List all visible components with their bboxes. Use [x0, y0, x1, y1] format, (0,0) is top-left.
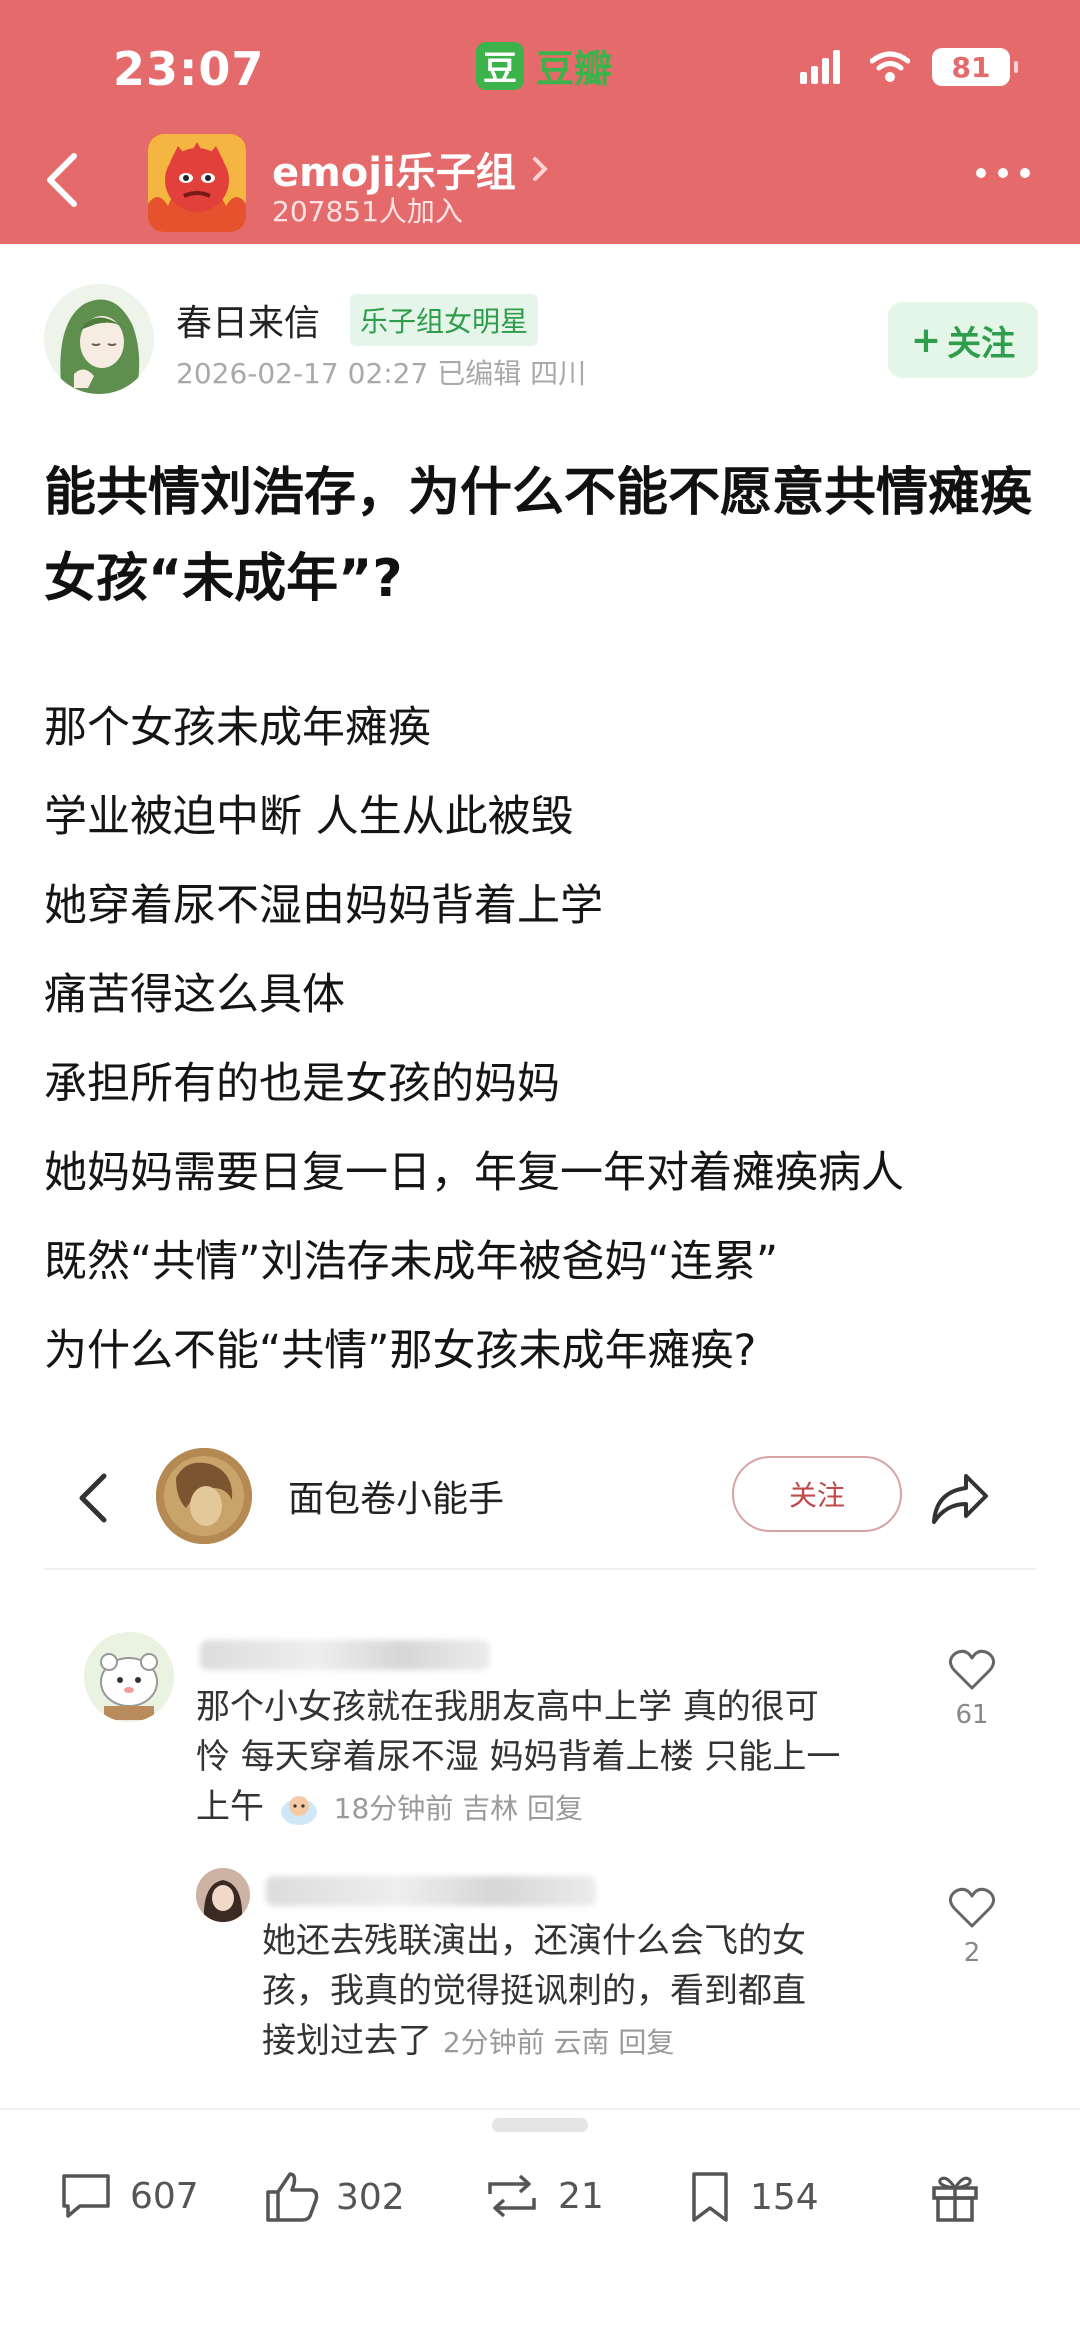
- comment-text: 她还去残联演出，还演什么会飞的女 孩，我真的觉得挺讽刺的，看到都直 接划过去了 …: [262, 1916, 942, 2068]
- comment-line: 她还去残联演出，还演什么会飞的女: [262, 1921, 806, 1961]
- post-body-line: 既然“共情”刘浩存未成年被爸妈“连累”: [44, 1237, 779, 1287]
- embed-user-avatar: [156, 1448, 252, 1544]
- more-options-icon[interactable]: [964, 168, 1030, 178]
- gift-action[interactable]: [928, 2170, 982, 2224]
- wifi-icon: [870, 51, 910, 82]
- comment-line: 上午: [196, 1787, 264, 1827]
- repost-count: 21: [558, 2175, 604, 2217]
- comment-line-last: 上午 18分钟前 吉林 回复: [196, 1782, 956, 1834]
- post-meta: 2026-02-17 02:27 已编辑 四川: [176, 357, 587, 390]
- gift-icon: [932, 2176, 978, 2222]
- header: 23:07 豆 豆瓣 81 emoji乐子组 207851人加入: [0, 0, 1080, 244]
- heart-icon: [949, 1649, 995, 1690]
- like-count: 2: [963, 1938, 981, 1968]
- comment-avatar: [196, 1868, 250, 1922]
- post-body: 那个女孩未成年瘫痪 学业被迫中断 人生从此被毁 她穿着尿不湿由妈妈背着上学 痛苦…: [44, 684, 1054, 1396]
- repost-icon: [488, 2174, 536, 2218]
- bottom-action-bar: 607 302 21 154: [0, 2108, 1080, 2337]
- comment-meta: 2分钟前 云南 回复: [442, 2026, 675, 2059]
- comment-avatar: [84, 1632, 174, 1722]
- signal-icon: [800, 50, 844, 84]
- comment-action[interactable]: 607: [58, 2170, 199, 2222]
- post-body-line: 那个女孩未成年瘫痪: [44, 703, 431, 753]
- thumbs-up-icon: [266, 2172, 319, 2222]
- like-count: 61: [955, 1700, 989, 1730]
- chevron-right-icon: [532, 157, 548, 181]
- comment-meta: 18分钟前 吉林 回复: [333, 1792, 584, 1825]
- comment-line: 孩，我真的觉得挺讽刺的，看到都直: [262, 1971, 806, 2011]
- comment-count: 607: [130, 2175, 199, 2217]
- back-arrow-icon: [79, 1473, 107, 1523]
- post-body-line: 痛苦得这么具体: [44, 970, 345, 1020]
- back-arrow-icon[interactable]: [40, 150, 90, 210]
- plus-icon: +: [910, 319, 942, 361]
- embedded-screenshot[interactable]: 面包卷小能手 关注 那个小女孩就在我朋友高中上学 真的很可 怜 每天穿着尿不湿 …: [44, 1420, 1036, 2070]
- author-badge: 乐子组女明星: [350, 294, 539, 346]
- comment-text: 那个小女孩就在我朋友高中上学 真的很可 怜 每天穿着尿不湿 妈妈背着上楼 只能上…: [196, 1682, 956, 1834]
- like-action[interactable]: 302: [264, 2170, 405, 2224]
- comment-line: 那个小女孩就在我朋友高中上学 真的很可: [196, 1687, 819, 1727]
- emoji-icon: [280, 1795, 317, 1825]
- post-body-line: 她妈妈需要日复一日，年复一年对着瘫痪病人: [44, 1148, 904, 1198]
- embed-follow-button: 关注: [732, 1456, 902, 1532]
- share-icon: [932, 1474, 988, 1524]
- follow-button-label: 关注: [947, 323, 1016, 364]
- heart-icon: [949, 1887, 995, 1928]
- comment-line: 怜 每天穿着尿不湿 妈妈背着上楼 只能上一: [196, 1737, 841, 1777]
- post-body-line: 她穿着尿不湿由妈妈背着上学: [44, 881, 603, 931]
- author-name[interactable]: 春日来信: [176, 294, 320, 346]
- repost-action[interactable]: 21: [482, 2170, 604, 2222]
- comment-line-last: 接划过去了 2分钟前 云南 回复: [262, 2016, 942, 2068]
- like-count-total: 302: [336, 2176, 405, 2218]
- collect-action[interactable]: 154: [686, 2170, 819, 2224]
- status-app-indicator: 豆 豆瓣: [476, 38, 612, 93]
- scroll-handle[interactable]: [492, 2118, 588, 2132]
- blurred-username: [200, 1640, 490, 1670]
- app-name: 豆瓣: [536, 47, 613, 91]
- post-body-line: 学业被迫中断 人生从此被毁: [44, 792, 574, 842]
- embed-user-name: 面包卷小能手: [288, 1479, 505, 1520]
- comment-line: 接划过去了: [262, 2021, 432, 2061]
- group-avatar[interactable]: [148, 134, 246, 232]
- douban-logo-icon: 豆: [476, 41, 524, 90]
- blurred-username: [266, 1876, 596, 1906]
- group-member-count: 207851人加入: [272, 195, 463, 228]
- battery-indicator: 81: [932, 48, 1018, 86]
- divider: [44, 1568, 1036, 1570]
- post-title: 能共情刘浩存，为什么不能不愿意共情瘫痪女孩“未成年”?: [44, 463, 1033, 609]
- bookmark-icon: [692, 2172, 728, 2222]
- status-time: 23:07: [113, 42, 265, 96]
- collect-count: 154: [750, 2176, 819, 2218]
- post-body-line: 承担所有的也是女孩的妈妈: [44, 1059, 560, 1109]
- follow-button[interactable]: + 关注: [888, 302, 1038, 378]
- status-icons: 81: [800, 48, 1018, 86]
- comment-icon: [62, 2174, 110, 2218]
- post-body-line: 为什么不能“共情”那女孩未成年瘫痪?: [44, 1326, 757, 1376]
- author-avatar[interactable]: [44, 284, 154, 394]
